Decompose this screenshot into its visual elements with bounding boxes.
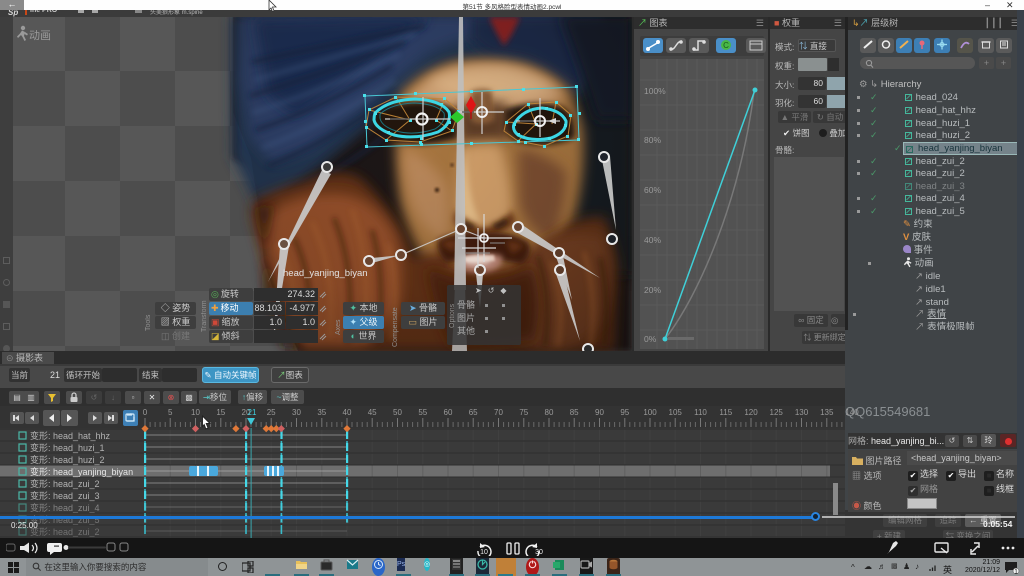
svg-text:95: 95 <box>620 408 629 417</box>
svg-text:10: 10 <box>480 549 488 556</box>
svg-text:140: 140 <box>845 408 859 417</box>
svg-text:100: 100 <box>643 408 657 417</box>
svg-text:80: 80 <box>545 408 554 417</box>
svg-text:55: 55 <box>418 408 427 417</box>
svg-text:75: 75 <box>519 408 528 417</box>
svg-text:45: 45 <box>368 408 377 417</box>
svg-text:变形: head_zui_3: 变形: head_zui_3 <box>30 490 100 501</box>
svg-text:40: 40 <box>343 408 352 417</box>
svg-text:30: 30 <box>292 408 301 417</box>
svg-text:120: 120 <box>744 408 758 417</box>
svg-text:0: 0 <box>143 408 148 417</box>
svg-text:70: 70 <box>494 408 503 417</box>
svg-text:115: 115 <box>719 408 732 417</box>
svg-text:head_yanjing_biyan: head_yanjing_biyan <box>283 268 368 279</box>
svg-text:105: 105 <box>669 408 683 417</box>
svg-text:85: 85 <box>570 408 579 417</box>
svg-text:100%: 100% <box>644 86 666 96</box>
svg-text:0%: 0% <box>644 334 657 344</box>
svg-text:变形: head_huzi_2: 变形: head_huzi_2 <box>30 454 105 465</box>
svg-text:125: 125 <box>770 408 784 417</box>
svg-text:变形: head_hat_hhz: 变形: head_hat_hhz <box>30 430 111 441</box>
svg-text:C: C <box>723 41 729 50</box>
svg-text:80%: 80% <box>644 135 661 145</box>
svg-text:35: 35 <box>317 408 326 417</box>
svg-text:变形: head_zui_4: 变形: head_zui_4 <box>30 502 100 513</box>
svg-text:21: 21 <box>248 408 257 417</box>
svg-text:130: 130 <box>795 408 809 417</box>
svg-text:110: 110 <box>694 408 707 417</box>
svg-text:60: 60 <box>444 408 453 417</box>
svg-text:变形: head_huzi_1: 变形: head_huzi_1 <box>30 442 105 453</box>
svg-text:20%: 20% <box>644 285 661 295</box>
svg-text:90: 90 <box>595 408 604 417</box>
svg-text:65: 65 <box>469 408 478 417</box>
svg-text:15: 15 <box>216 408 225 417</box>
svg-text:50: 50 <box>393 408 402 417</box>
svg-text:40%: 40% <box>644 235 661 245</box>
svg-text:25: 25 <box>267 408 276 417</box>
svg-text:135: 135 <box>820 408 834 417</box>
svg-text:变形: head_zui_2: 变形: head_zui_2 <box>30 478 100 489</box>
svg-text:30: 30 <box>535 549 543 556</box>
svg-text:10: 10 <box>191 408 200 417</box>
svg-text:5: 5 <box>168 408 173 417</box>
svg-text:变形: head_yanjing_biyan: 变形: head_yanjing_biyan <box>30 466 133 477</box>
svg-text:变形: head_zui_2: 变形: head_zui_2 <box>30 526 100 537</box>
svg-text:60%: 60% <box>644 185 661 195</box>
